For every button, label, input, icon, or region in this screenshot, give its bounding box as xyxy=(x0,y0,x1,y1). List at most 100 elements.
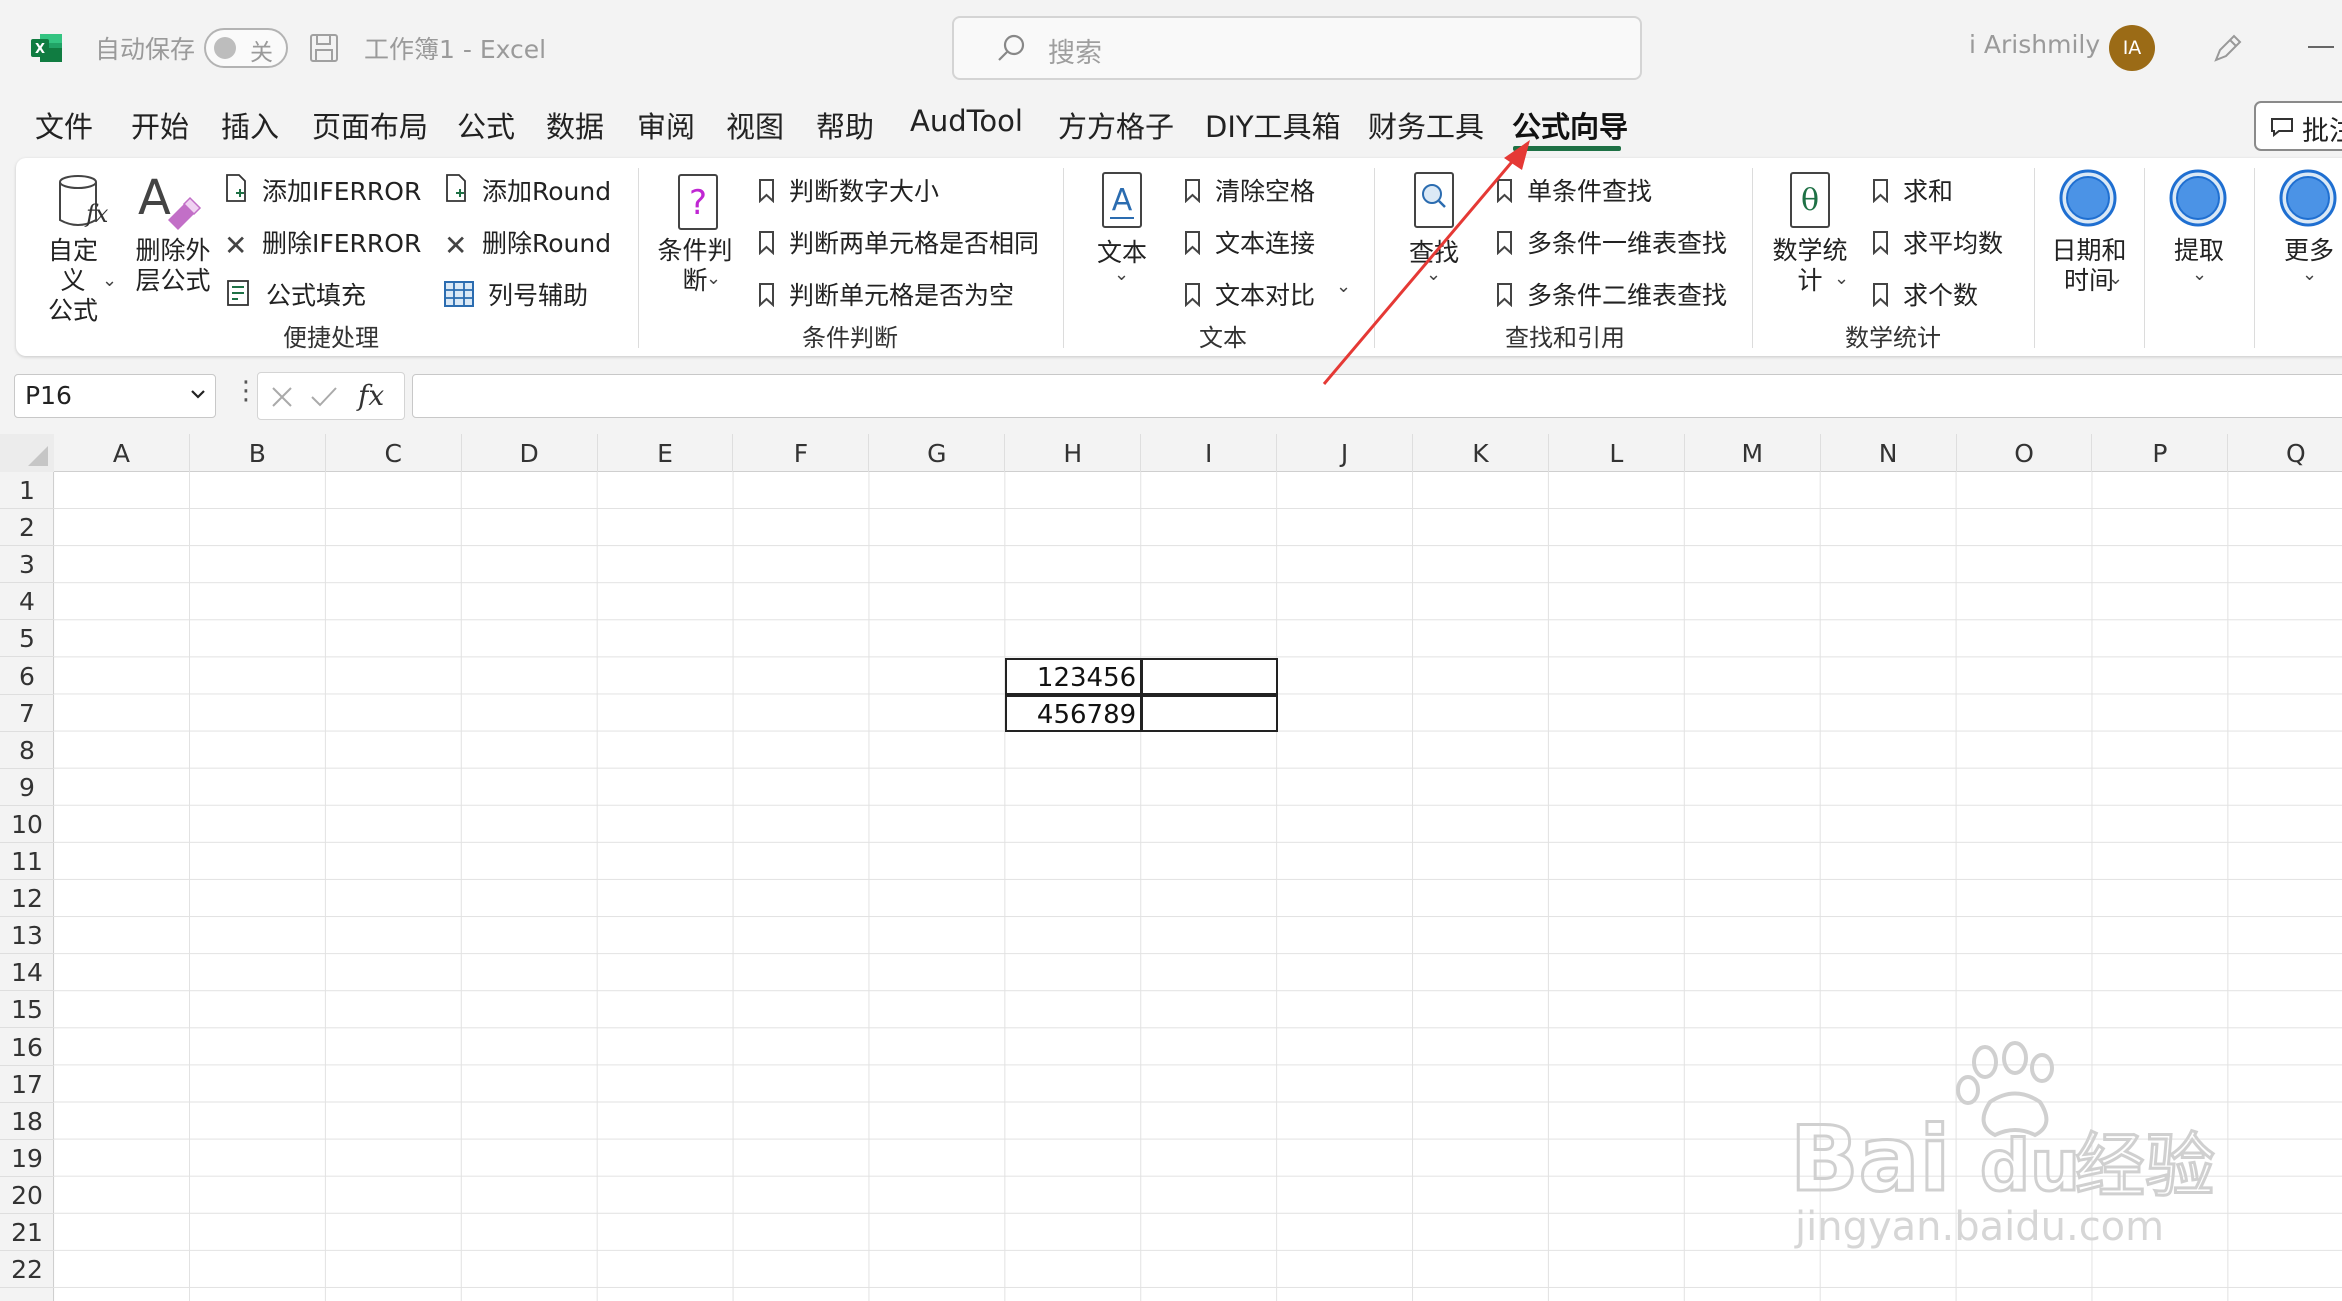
cell-bordered-empty[interactable] xyxy=(1141,694,1279,732)
column-header-g[interactable]: G xyxy=(869,434,1006,472)
column-header-e[interactable]: E xyxy=(598,434,734,472)
save-icon[interactable] xyxy=(308,32,340,64)
add-iferror-button[interactable]: 添加IFERROR xyxy=(224,172,421,208)
custom-formula-button[interactable]: 自定义 公式 xyxy=(40,236,106,326)
row-header-11[interactable]: 11 xyxy=(0,843,54,880)
column-header-q[interactable]: Q xyxy=(2228,434,2342,472)
group-divider xyxy=(1752,168,1753,348)
column-header-l[interactable]: L xyxy=(1549,434,1685,472)
minimize-button[interactable] xyxy=(2308,46,2334,48)
row-header-3[interactable]: 3 xyxy=(0,546,54,584)
tab-home[interactable]: 开始 xyxy=(131,104,189,146)
row-header-22[interactable]: 22 xyxy=(0,1251,54,1289)
add-round-button[interactable]: 添加Round xyxy=(444,172,611,208)
column-header-o[interactable]: O xyxy=(1957,434,2093,472)
name-box[interactable]: P16 xyxy=(14,374,216,418)
column-header-d[interactable]: D xyxy=(462,434,598,472)
row-header-15[interactable]: 15 xyxy=(0,991,54,1029)
row-header-18[interactable]: 18 xyxy=(0,1103,54,1140)
column-number-helper-label: 列号辅助 xyxy=(488,281,589,310)
sum-button[interactable]: 求和 xyxy=(1872,172,1953,208)
row-header-13[interactable]: 13 xyxy=(0,917,54,955)
search-box[interactable]: 搜索 xyxy=(952,16,1642,80)
confirm-icon[interactable] xyxy=(310,385,338,409)
column-header-n[interactable]: N xyxy=(1821,434,1957,472)
more-label: 更多 xyxy=(2283,236,2334,265)
row-header-4[interactable]: 4 xyxy=(0,583,54,621)
comment-icon xyxy=(2271,118,2293,137)
tab-audtool[interactable]: AudTool xyxy=(910,104,1023,138)
row-header-12[interactable]: 12 xyxy=(0,880,54,918)
select-all-corner[interactable] xyxy=(0,434,54,472)
cell-h7[interactable]: 456789 xyxy=(1005,694,1143,732)
row-header-17[interactable]: 17 xyxy=(0,1066,54,1103)
row-header-1[interactable]: 1 xyxy=(0,472,54,509)
text-compare-button[interactable]: 文本对比 xyxy=(1184,276,1315,312)
svg-text:X: X xyxy=(35,42,45,57)
remove-outer-formula-button[interactable]: 删除外 层公式 xyxy=(128,236,218,296)
row-header-16[interactable]: 16 xyxy=(0,1029,54,1066)
row-header-2[interactable]: 2 xyxy=(0,509,54,547)
more-button[interactable]: 更多 xyxy=(2274,236,2342,266)
column-header-m[interactable]: M xyxy=(1685,434,1821,472)
text-concat-button[interactable]: 文本连接 xyxy=(1184,224,1315,260)
tab-page-layout[interactable]: 页面布局 xyxy=(312,104,428,146)
tab-formulas[interactable]: 公式 xyxy=(457,104,515,146)
average-button[interactable]: 求平均数 xyxy=(1872,224,2003,260)
column-header-p[interactable]: P xyxy=(2093,434,2229,472)
row-header-10[interactable]: 10 xyxy=(0,806,54,843)
more-options-icon[interactable]: ⋮ xyxy=(233,376,259,406)
svg-text:A: A xyxy=(1112,183,1133,218)
tab-fangfang[interactable]: 方方格子 xyxy=(1058,104,1174,146)
column-header-b[interactable]: B xyxy=(190,434,326,472)
column-number-helper-button[interactable]: 列号辅助 xyxy=(444,276,588,312)
baidu-jingyan-watermark: Bai du 经验 jingyan.baidu.com xyxy=(1790,1041,2217,1250)
column-header-a[interactable]: A xyxy=(54,434,190,472)
add-round-label: 添加Round xyxy=(482,177,612,206)
formula-fill-button[interactable]: 公式填充 xyxy=(224,276,366,312)
insert-function-icon[interactable]: fx xyxy=(358,379,384,412)
column-header-k[interactable]: K xyxy=(1413,434,1549,472)
judge-number-size-button[interactable]: 判断数字大小 xyxy=(758,172,939,208)
tab-data[interactable]: 数据 xyxy=(546,104,604,146)
column-header-h[interactable]: H xyxy=(1005,434,1142,472)
tab-help[interactable]: 帮助 xyxy=(816,104,874,146)
count-button[interactable]: 求个数 xyxy=(1872,276,1978,312)
condition-judge-button[interactable]: 条件判 断 xyxy=(656,236,734,296)
remove-round-button[interactable]: ✕ 删除Round xyxy=(444,224,611,260)
column-header-i[interactable]: I xyxy=(1141,434,1278,472)
watermark-url: jingyan.baidu.com xyxy=(1794,1204,2164,1250)
clear-spaces-button[interactable]: 清除空格 xyxy=(1184,172,1315,208)
row-header-21[interactable]: 21 xyxy=(0,1214,54,1251)
user-name[interactable]: i Arishmily xyxy=(1969,30,2100,59)
column-header-j[interactable]: J xyxy=(1277,434,1413,472)
row-header-14[interactable]: 14 xyxy=(0,954,54,992)
remove-iferror-button[interactable]: ✕ 删除IFERROR xyxy=(224,224,421,260)
judge-cell-empty-button[interactable]: 判断单元格是否为空 xyxy=(758,276,1014,312)
row-header-8[interactable]: 8 xyxy=(0,732,54,769)
column-header-f[interactable]: F xyxy=(734,434,870,472)
cell-h6[interactable]: 123456 xyxy=(1005,657,1143,695)
avatar[interactable]: IA xyxy=(2109,25,2155,71)
custom-formula-icon: fx xyxy=(59,175,109,228)
tab-insert[interactable]: 插入 xyxy=(221,104,279,146)
row-header-7[interactable]: 7 xyxy=(0,695,54,732)
row-header-5[interactable]: 5 xyxy=(0,620,54,658)
table-grid-icon xyxy=(444,281,474,307)
tab-view[interactable]: 视图 xyxy=(726,104,784,146)
row-header-19[interactable]: 19 xyxy=(0,1140,54,1177)
column-header-c[interactable]: C xyxy=(326,434,462,472)
row-header-9[interactable]: 9 xyxy=(0,769,54,806)
row-header-6[interactable]: 6 xyxy=(0,658,54,695)
pen-icon[interactable] xyxy=(2210,30,2246,66)
cancel-icon[interactable] xyxy=(270,385,294,409)
autosave-toggle[interactable]: 关 xyxy=(204,28,288,68)
tab-file[interactable]: 文件 xyxy=(35,104,93,146)
row-header-20[interactable]: 20 xyxy=(0,1177,54,1214)
question-book-icon: ? xyxy=(678,174,718,230)
extract-button[interactable]: 提取 xyxy=(2164,236,2234,266)
judge-cells-equal-button[interactable]: 判断两单元格是否相同 xyxy=(758,224,1039,260)
cell-bordered-empty[interactable] xyxy=(1141,657,1279,695)
comments-button[interactable]: 批注 xyxy=(2254,101,2342,151)
tab-review[interactable]: 审阅 xyxy=(637,104,695,146)
